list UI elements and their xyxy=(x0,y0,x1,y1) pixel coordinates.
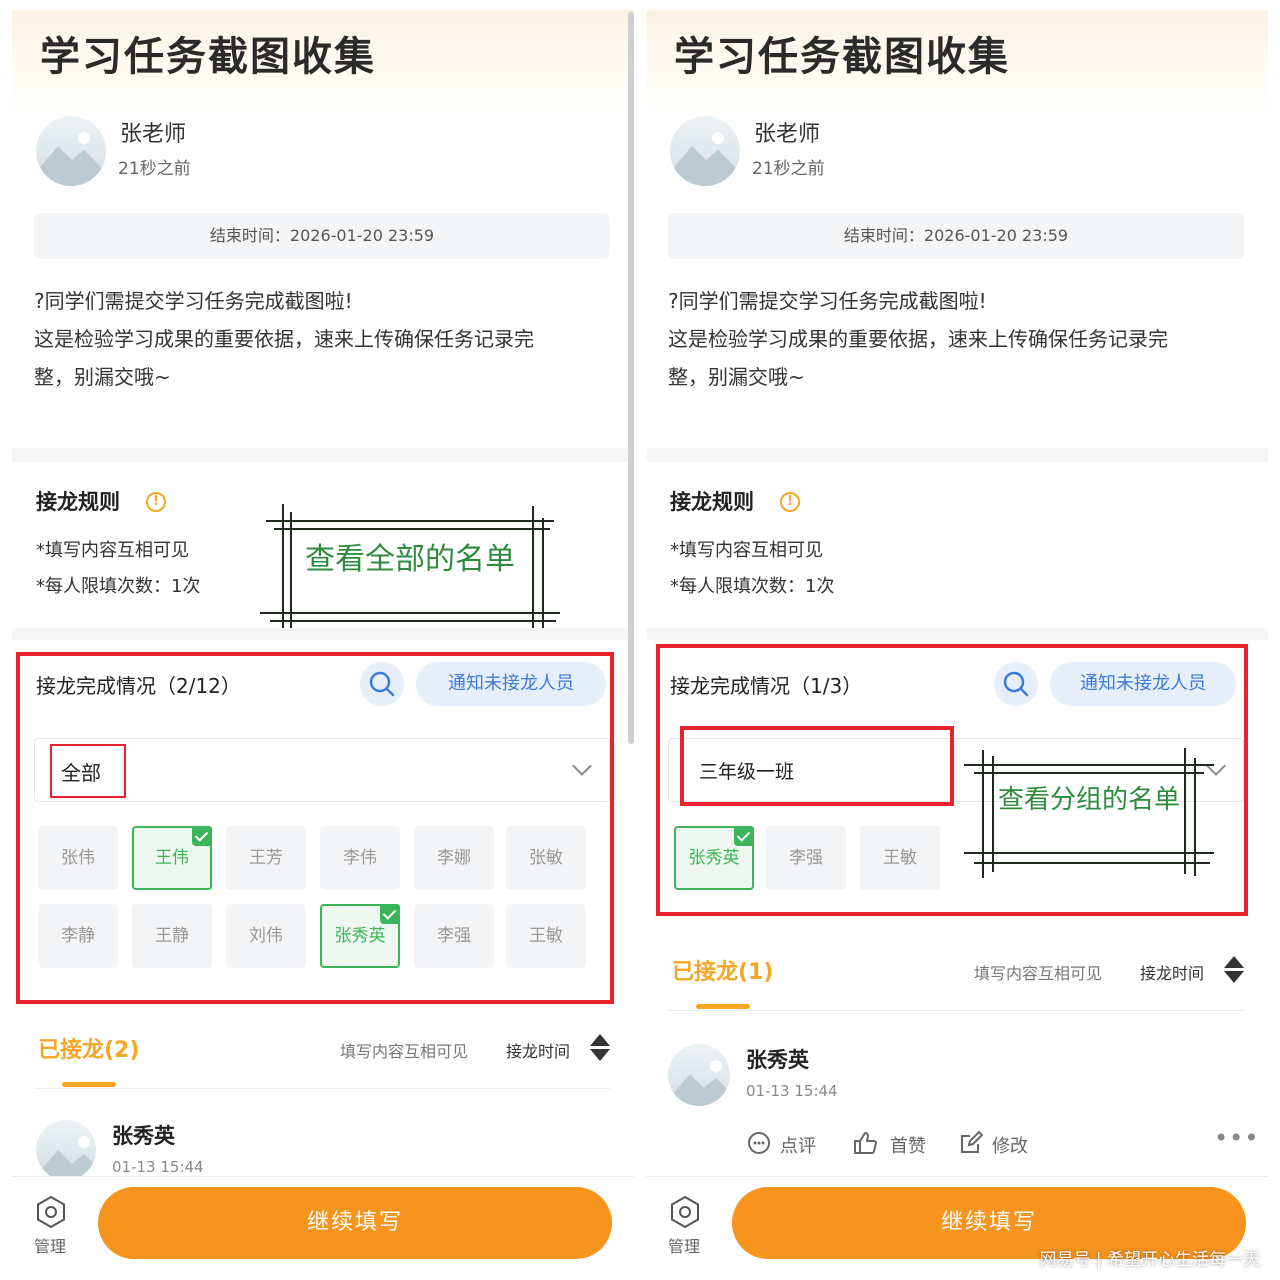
visibility-note: 填写内容互相可见 xyxy=(974,964,1103,983)
author-name: 张老师 xyxy=(120,122,187,147)
sort-icon[interactable] xyxy=(590,1034,610,1062)
manage-label[interactable]: 管理 xyxy=(668,1233,700,1257)
image-placeholder-icon xyxy=(668,1060,730,1106)
comment-icon[interactable] xyxy=(746,1130,772,1156)
task-description: ?同学们需提交学习任务完成截图啦! 这是检验学习成果的重要依据，速来上传确保任务… xyxy=(34,282,614,396)
image-placeholder-icon xyxy=(36,132,106,186)
rule-item: *填写内容互相可见 xyxy=(670,540,823,561)
source-watermark: 网易号 | 希望开心生活每一天 xyxy=(1039,1250,1260,1270)
entry-time: 01-13 15:44 xyxy=(112,1158,204,1176)
info-icon[interactable]: ! xyxy=(146,492,166,512)
visibility-note: 填写内容互相可见 xyxy=(340,1042,469,1061)
deadline-bar: 结束时间：2026-01-20 23:59 xyxy=(34,213,610,259)
more-icon[interactable]: ••• xyxy=(1214,1124,1259,1152)
section-divider xyxy=(646,448,1268,462)
left-screen: 学习任务截图收集 张老师 21秒之前 结束时间：2026-01-20 23:59… xyxy=(12,10,634,1272)
rules-title: 接龙规则 xyxy=(36,490,120,514)
rule-item: *每人限填次数：1次 xyxy=(670,576,835,597)
image-placeholder-icon xyxy=(670,132,740,186)
post-time: 21秒之前 xyxy=(752,159,825,179)
post-time: 21秒之前 xyxy=(118,159,191,179)
sort-icon[interactable] xyxy=(1224,956,1244,984)
like-button[interactable]: 首赞 xyxy=(890,1132,926,1158)
deadline-bar: 结束时间：2026-01-20 23:59 xyxy=(668,213,1244,259)
description-line: 整，别漏交哦~ xyxy=(34,365,171,389)
description-line: 这是检验学习成果的重要依据，速来上传确保任务记录完 xyxy=(34,327,534,351)
edit-button[interactable]: 修改 xyxy=(992,1132,1028,1158)
entry-name: 张秀英 xyxy=(112,1124,175,1148)
section-divider xyxy=(12,448,634,462)
sort-label[interactable]: 接龙时间 xyxy=(1140,960,1204,984)
thumbs-up-icon[interactable] xyxy=(852,1130,878,1156)
task-description: ?同学们需提交学习任务完成截图啦! 这是检验学习成果的重要依据，速来上传确保任务… xyxy=(668,282,1248,396)
scrollbar[interactable] xyxy=(628,12,634,744)
author-avatar[interactable] xyxy=(36,116,106,186)
settings-hexagon-icon[interactable] xyxy=(34,1195,68,1229)
description-line: ?同学们需提交学习任务完成截图啦! xyxy=(34,289,353,313)
author-avatar[interactable] xyxy=(670,116,740,186)
highlight-box xyxy=(656,644,1248,916)
divider xyxy=(34,1088,610,1089)
entry-avatar[interactable] xyxy=(36,1120,96,1180)
done-section-title[interactable]: 已接龙(1) xyxy=(672,954,773,986)
right-screen: 学习任务截图收集 张老师 21秒之前 结束时间：2026-01-20 23:59… xyxy=(646,10,1268,1272)
page-title: 学习任务截图收集 xyxy=(674,33,1010,80)
description-line: 整，别漏交哦~ xyxy=(668,365,805,389)
rules-title: 接龙规则 xyxy=(670,490,754,514)
section-divider xyxy=(12,628,634,640)
done-section-title[interactable]: 已接龙(2) xyxy=(38,1032,139,1064)
tab-underline xyxy=(696,1004,750,1009)
rule-item: *填写内容互相可见 xyxy=(36,540,189,561)
info-icon[interactable]: ! xyxy=(780,492,800,512)
description-line: 这是检验学习成果的重要依据，速来上传确保任务记录完 xyxy=(668,327,1168,351)
continue-fill-button[interactable]: 继续填写 xyxy=(98,1187,612,1259)
entry-avatar[interactable] xyxy=(668,1044,730,1106)
edit-icon[interactable] xyxy=(958,1130,984,1156)
sort-label[interactable]: 接龙时间 xyxy=(506,1038,570,1062)
annotation-label: 查看全部的名单 xyxy=(305,542,515,577)
author-name: 张老师 xyxy=(754,122,821,147)
settings-hexagon-icon[interactable] xyxy=(668,1195,702,1229)
rule-item: *每人限填次数：1次 xyxy=(36,576,201,597)
entry-name: 张秀英 xyxy=(746,1048,809,1072)
section-divider xyxy=(646,628,1268,640)
entry-time: 01-13 15:44 xyxy=(746,1082,838,1100)
bottom-bar: 管理 继续填写 xyxy=(12,1176,634,1272)
comment-button[interactable]: 点评 xyxy=(780,1132,816,1158)
tab-underline xyxy=(62,1082,116,1087)
description-line: ?同学们需提交学习任务完成截图啦! xyxy=(668,289,987,313)
divider xyxy=(668,1010,1244,1011)
image-placeholder-icon xyxy=(36,1136,96,1180)
manage-label[interactable]: 管理 xyxy=(34,1233,66,1257)
annotation-frame: 查看全部的名单 xyxy=(260,490,560,640)
highlight-box xyxy=(16,652,614,1004)
page-title: 学习任务截图收集 xyxy=(40,33,376,80)
